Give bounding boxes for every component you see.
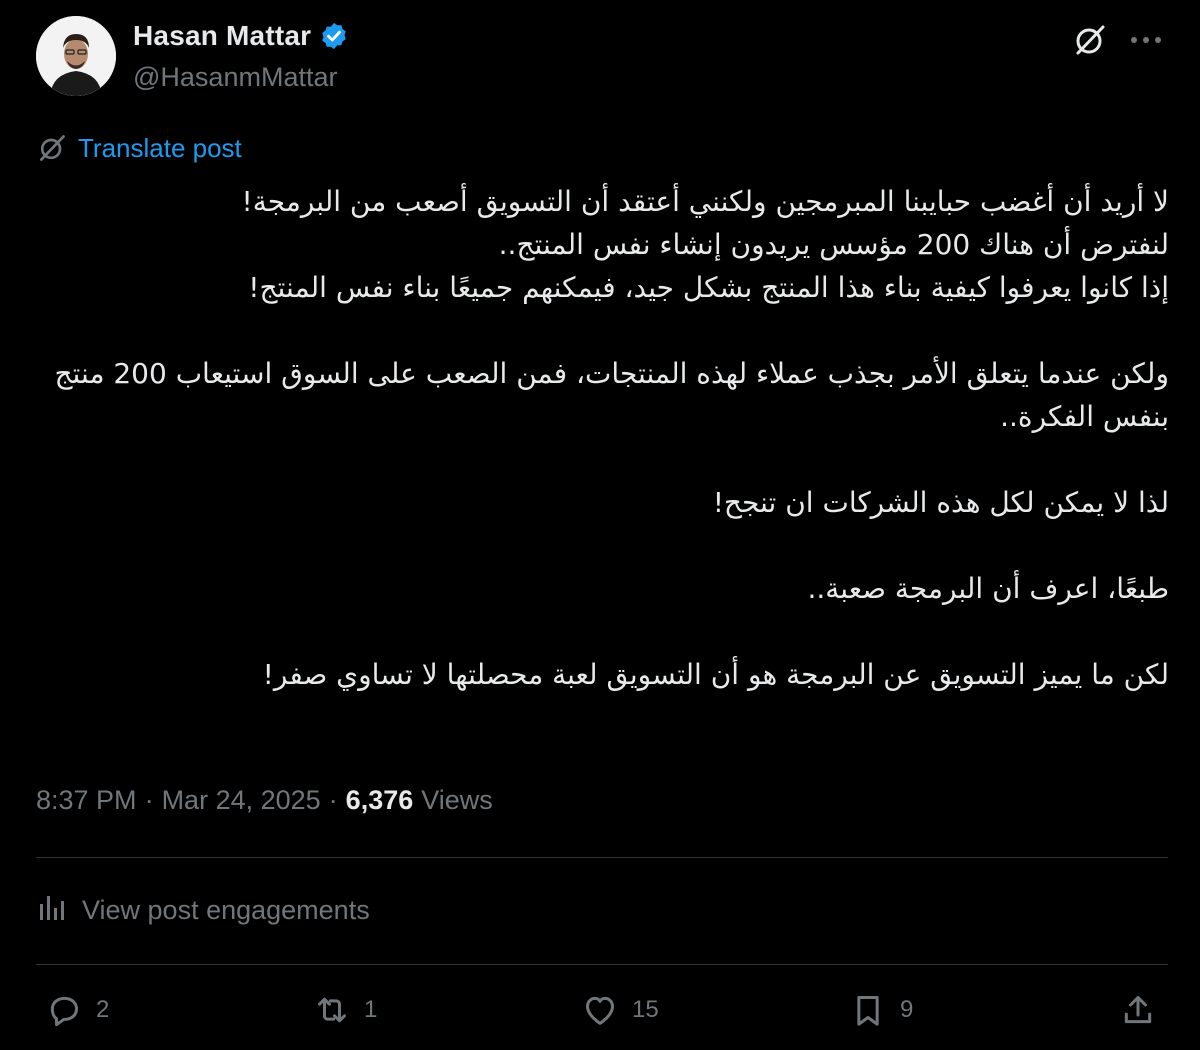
reply-button[interactable]: 2 [44, 990, 109, 1030]
action-bar: 2 1 15 9 [36, 990, 1166, 1038]
post-line: ولكن عندما يتعلق الأمر بجذب عملاء لهذه ا… [54, 357, 1169, 433]
like-button[interactable]: 15 [580, 990, 659, 1030]
more-options-icon[interactable] [1128, 22, 1164, 58]
bookmark-button[interactable]: 9 [848, 990, 913, 1030]
grok-icon[interactable] [1072, 22, 1108, 58]
post-line: لنفترض أن هناك 200 مؤسس يريدون إنشاء نفس… [498, 228, 1169, 261]
post-meta: 8:37 PM · Mar 24, 2025 · 6,376 Views [36, 785, 493, 816]
meta-separator: · [144, 785, 154, 815]
verified-badge-icon[interactable] [319, 21, 349, 51]
view-engagements-button[interactable]: View post engagements [36, 892, 370, 929]
like-count: 15 [632, 996, 659, 1023]
analytics-icon [36, 892, 68, 929]
bookmark-icon [857, 996, 879, 1026]
grok-translate-icon [36, 132, 68, 164]
post-date[interactable]: Mar 24, 2025 [162, 785, 321, 816]
post-line: لذا لا يمكن لكل هذه الشركات ان تنجح! [712, 486, 1169, 519]
reply-count: 2 [96, 996, 110, 1023]
post-header: Hasan Mattar @HasanmMattar [36, 16, 1164, 98]
avatar-photo [36, 16, 116, 96]
avatar[interactable] [36, 16, 116, 96]
share-button[interactable] [1118, 990, 1158, 1030]
meta-separator: · [328, 785, 338, 815]
repost-icon [318, 997, 346, 1023]
bookmark-count: 9 [900, 996, 914, 1023]
post-text: لا أريد أن أغضب حبايبنا المبرمجين ولكنني… [36, 180, 1169, 696]
divider [36, 857, 1168, 858]
repost-count: 1 [364, 996, 378, 1023]
post-line: طبعًا، اعرف أن البرمجة صعبة.. [807, 572, 1169, 605]
translate-post-label[interactable]: Translate post [78, 133, 242, 164]
translate-post-link[interactable]: Translate post [36, 132, 242, 164]
heart-icon [586, 996, 614, 1025]
divider [36, 964, 1168, 965]
views-count: 6,376 [345, 785, 414, 815]
post-line: لكن ما يميز التسويق عن البرمجة هو أن الت… [262, 658, 1169, 691]
author-display-name[interactable]: Hasan Mattar [133, 20, 311, 52]
post-line: إذا كانوا يعرفوا كيفية بناء هذا المنتج ب… [248, 271, 1169, 304]
reply-icon [50, 996, 78, 1027]
post-line: لا أريد أن أغضب حبايبنا المبرمجين ولكنني… [241, 185, 1169, 218]
views-label: Views [421, 785, 493, 815]
repost-button[interactable]: 1 [312, 990, 377, 1030]
author-handle[interactable]: @HasanmMattar [133, 62, 337, 93]
share-icon [1124, 996, 1152, 1024]
view-engagements-label: View post engagements [82, 895, 370, 925]
post-time[interactable]: 8:37 PM [36, 785, 137, 816]
